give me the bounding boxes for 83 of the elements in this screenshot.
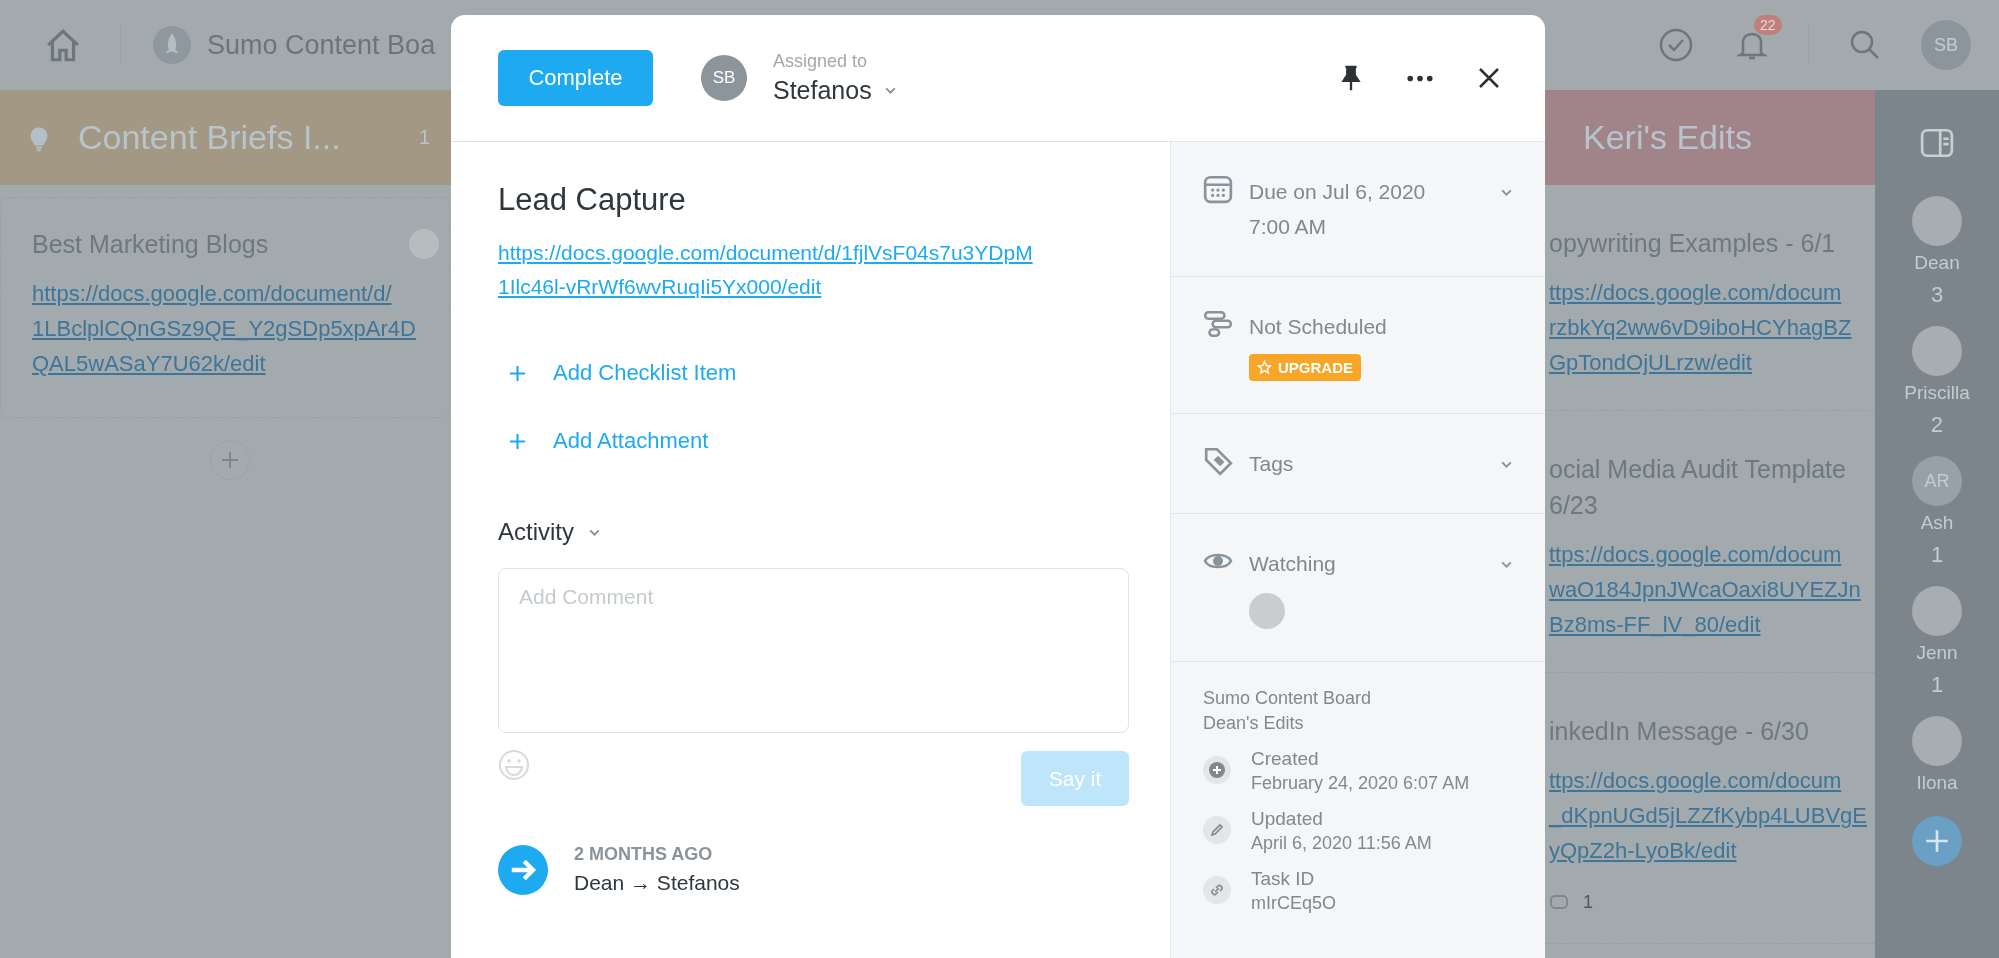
chevron-down-icon[interactable]: [1500, 560, 1513, 569]
link-icon: [1203, 876, 1231, 904]
meta-value: April 6, 2020 11:56 AM: [1251, 833, 1432, 854]
complete-button[interactable]: Complete: [498, 50, 653, 106]
add-action-link[interactable]: Add Checklist Item: [498, 360, 737, 386]
list-name: Dean's Edits: [1203, 713, 1305, 734]
tag-icon: [1203, 446, 1233, 476]
assignee-dropdown[interactable]: Stefanos: [773, 76, 897, 105]
add-action-link[interactable]: Add Attachment: [498, 428, 709, 454]
activity-time: 2 MONTHS AGO: [574, 844, 714, 865]
task-title: Lead Capture: [498, 182, 686, 218]
chevron-down-icon: [883, 86, 897, 95]
member-task-count: 2: [1930, 412, 1944, 438]
arrow-right-icon: [498, 844, 548, 895]
member-name: Dean: [1914, 252, 1960, 274]
document-link[interactable]: 1LBclplCQnGSz9QE_Y2gSDp5xpAr4D: [32, 311, 439, 346]
document-link[interactable]: https://docs.google.com/document/d/: [32, 276, 439, 311]
upgrade-badge[interactable]: UPGRADE: [1249, 354, 1361, 381]
user-avatar[interactable]: SB: [1921, 20, 1971, 70]
comment-count: 1: [1583, 892, 1593, 913]
plus-circle-icon: [1203, 756, 1231, 784]
watcher-photo-placeholder: [1249, 593, 1285, 629]
add-member-button[interactable]: [1912, 816, 1962, 866]
document-link[interactable]: rzbkYq2ww6vD9iboHCYhagBZ: [1549, 310, 1875, 345]
calendar-icon: [1203, 174, 1233, 204]
card-count: 1: [418, 126, 430, 149]
meta-label: Task ID: [1251, 868, 1316, 890]
assigned-label: Assigned to: [773, 51, 869, 72]
section-text: Not Scheduled: [1249, 314, 1387, 340]
activity-toggle[interactable]: Activity: [498, 518, 601, 546]
board-title[interactable]: Sumo Content Boa: [207, 29, 436, 61]
chevron-down-icon[interactable]: [1500, 460, 1513, 469]
document-link[interactable]: _dKpnUGd5jLZZfKybp4LUBVgE: [1549, 798, 1875, 833]
document-link[interactable]: QAL5wASaY7U62k/edit: [32, 346, 439, 381]
meta-value: mIrCEq5O: [1251, 893, 1337, 914]
pin-icon[interactable]: [1339, 64, 1363, 92]
close-icon[interactable]: [1477, 66, 1501, 90]
document-link[interactable]: ttps://docs.google.com/docum: [1549, 763, 1875, 798]
meta-value: February 24, 2020 6:07 AM: [1251, 773, 1470, 794]
activity-text: Dean → Stefanos: [574, 871, 740, 895]
rocket-icon: [153, 26, 191, 64]
column-title: Content Briefs I...: [78, 118, 341, 157]
member-task-count: 1: [1930, 672, 1944, 698]
pencil-icon: [1203, 816, 1231, 844]
section-text: Tags: [1249, 451, 1294, 477]
section-text: Watching: [1249, 551, 1336, 577]
plus-icon: [220, 450, 240, 470]
member-name: Ash: [1920, 512, 1954, 534]
chevron-down-icon[interactable]: [1500, 188, 1513, 197]
check-circle-icon[interactable]: [1658, 27, 1694, 63]
smiley-icon[interactable]: [498, 749, 530, 781]
member-task-count: 1: [1930, 542, 1944, 568]
section-text: Due on Jul 6, 2020: [1249, 179, 1426, 205]
document-link[interactable]: 1Ilc46l-vRrWf6wvRuqIi5Yx000/edit: [498, 270, 1033, 304]
section-text: 7:00 AM: [1249, 214, 1327, 240]
document-link[interactable]: GpTondOjULrzw/edit: [1549, 345, 1875, 380]
assignee-avatar: SB: [701, 55, 747, 101]
document-link[interactable]: ttps://docs.google.com/docum: [1549, 275, 1875, 310]
column-title: Keri's Edits: [1583, 118, 1752, 157]
meta-label: Created: [1251, 748, 1320, 770]
document-link[interactable]: https://docs.google.com/document/d/1fjlVsF04s7u3YDpM: [498, 236, 1033, 270]
member-photo-placeholder[interactable]: [1912, 196, 1962, 246]
member-name: Jenn: [1916, 642, 1958, 664]
panel-toggle-icon[interactable]: [1920, 128, 1954, 158]
member-task-count: 3: [1930, 282, 1944, 308]
timeline-icon: [1203, 309, 1233, 339]
member-name: Priscilla: [1904, 382, 1970, 404]
plus-icon: [508, 431, 527, 451]
document-link[interactable]: Bz8ms-FF_lV_80/edit: [1549, 607, 1875, 642]
member-photo-placeholder[interactable]: [1912, 586, 1962, 636]
document-link[interactable]: ttps://docs.google.com/docum: [1549, 537, 1875, 572]
member-photo-placeholder[interactable]: [1912, 716, 1962, 766]
meta-label: Updated: [1251, 808, 1324, 830]
more-icon[interactable]: [1407, 74, 1433, 82]
chevron-down-icon: [588, 527, 601, 537]
document-link[interactable]: waO184JpnJWcaOaxi8UYEZJn: [1549, 572, 1875, 607]
plus-icon: [508, 363, 527, 383]
plus-icon: [1924, 828, 1950, 854]
member-name: Ilona: [1916, 772, 1958, 794]
member-photo-placeholder[interactable]: [1912, 326, 1962, 376]
document-link[interactable]: yQpZ2h-LyoBk/edit: [1549, 833, 1875, 868]
board-name: Sumo Content Board: [1203, 688, 1373, 709]
notification-badge: 22: [1754, 15, 1782, 35]
